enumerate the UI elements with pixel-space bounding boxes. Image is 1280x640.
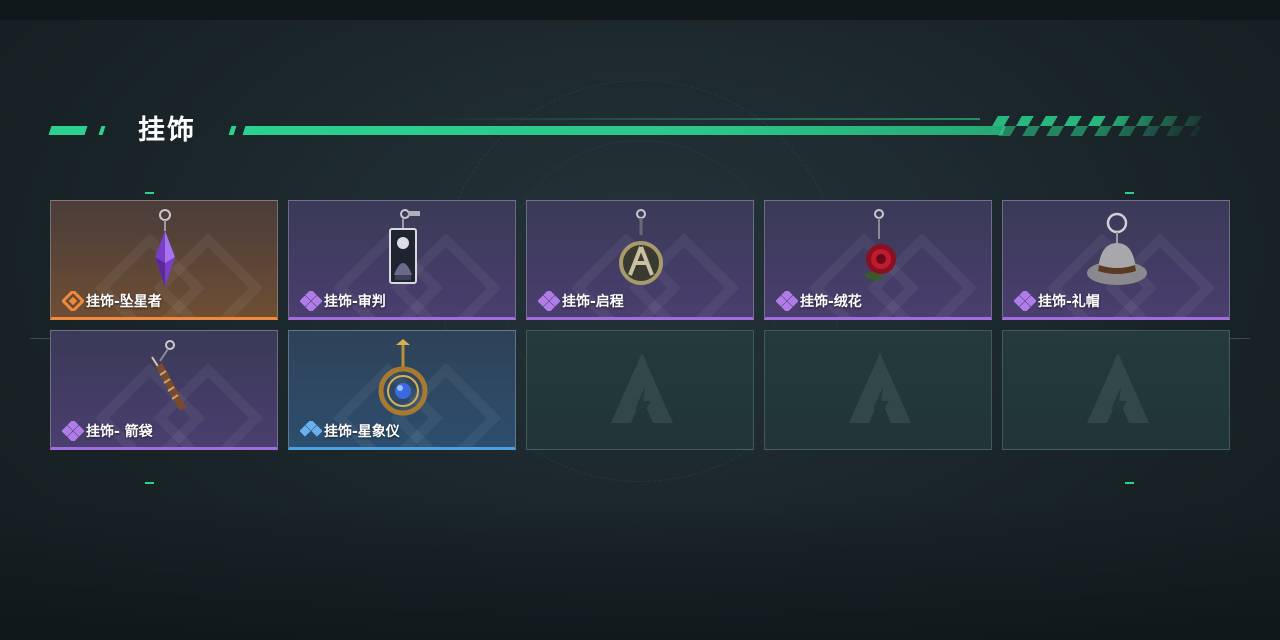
pendant-grid: 挂饰-坠星者 挂饰-审判 挂饰-启程 挂饰-绒花 挂饰-礼帽 挂饰- 箭袋 挂饰…: [50, 200, 1230, 450]
section-title: 挂饰: [138, 115, 196, 146]
section-header: 挂饰: [0, 100, 1280, 160]
bottom-shade: [0, 500, 1280, 640]
pendant-name: 挂饰-星象仪: [324, 424, 400, 440]
pendant-slot[interactable]: 挂饰-礼帽: [1002, 200, 1230, 320]
pendant-slot[interactable]: 挂饰- 箭袋: [50, 330, 278, 450]
empty-slot[interactable]: [764, 330, 992, 450]
red-rose-pendant-icon: [864, 209, 896, 281]
pendant-name: 挂饰- 箭袋: [86, 424, 153, 440]
slot-label-row: 挂饰-绒花: [776, 291, 862, 311]
corner-tick: [1125, 482, 1134, 484]
pendant-name: 挂饰-审判: [324, 294, 386, 310]
pendant-slot[interactable]: 挂饰-审判: [288, 200, 516, 320]
slot-label-row: 挂饰-审判: [300, 291, 386, 311]
header-bar: [242, 126, 1006, 135]
bronze-emblem-pendant-icon: [619, 209, 663, 285]
slot-label-row: 挂饰-启程: [538, 291, 624, 311]
header-dash: [48, 126, 88, 135]
corner-tick: [1125, 192, 1134, 194]
rarity-diamond-icon: [776, 291, 798, 311]
header-checker-pattern: [986, 116, 1208, 136]
left-guide-line: [30, 338, 50, 339]
lightning-a-logo-icon: [1087, 353, 1149, 423]
top-strip: [0, 0, 1280, 20]
purple-crystal-pendant-icon: [155, 209, 175, 287]
astrolabe-pendant-icon: [378, 339, 428, 416]
rarity-diamond-icon: [538, 291, 560, 311]
pendant-slot[interactable]: 挂饰-星象仪: [288, 330, 516, 450]
rarity-diamond-icon: [300, 421, 322, 437]
arrow-quiver-pendant-icon: [151, 340, 186, 411]
right-guide-line: [1230, 338, 1250, 339]
tarot-card-pendant-icon: [389, 209, 420, 284]
corner-tick: [145, 192, 154, 194]
rarity-diamond-icon: [300, 291, 322, 311]
corner-tick: [145, 482, 154, 484]
slot-label-row: 挂饰-坠星者: [62, 291, 162, 311]
rarity-diamond-icon: [1014, 291, 1036, 311]
pendant-name: 挂饰-礼帽: [1038, 294, 1100, 310]
pendant-name: 挂饰-启程: [562, 294, 624, 310]
pendant-slot[interactable]: 挂饰-坠星者: [50, 200, 278, 320]
rarity-diamond-icon: [62, 421, 84, 441]
slot-label-row: 挂饰-星象仪: [300, 421, 400, 441]
pendant-slot[interactable]: 挂饰-绒花: [764, 200, 992, 320]
empty-slot[interactable]: [1002, 330, 1230, 450]
header-dash: [228, 126, 237, 135]
slot-label-row: 挂饰- 箭袋: [62, 421, 153, 441]
pendant-slot[interactable]: 挂饰-启程: [526, 200, 754, 320]
pendant-name: 挂饰-坠星者: [86, 294, 162, 310]
lightning-a-logo-icon: [611, 353, 673, 423]
slot-label-row: 挂饰-礼帽: [1014, 291, 1100, 311]
rarity-diamond-icon: [62, 291, 84, 311]
header-thin-line: [420, 118, 980, 120]
lightning-a-logo-icon: [849, 353, 911, 423]
empty-slot[interactable]: [526, 330, 754, 450]
grey-top-hat-pendant-icon: [1087, 212, 1147, 285]
pendant-name: 挂饰-绒花: [800, 294, 862, 310]
header-dash: [98, 126, 106, 135]
